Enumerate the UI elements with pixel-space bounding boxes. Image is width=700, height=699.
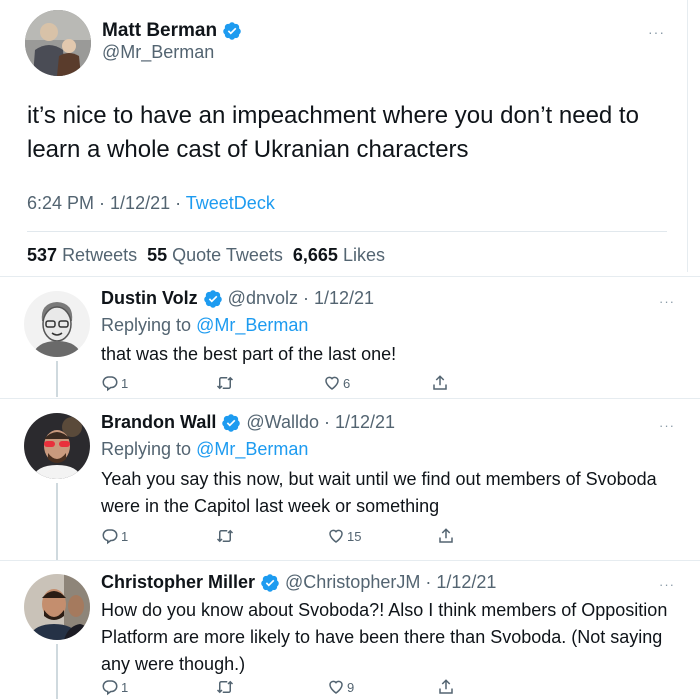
verified-badge-icon	[222, 413, 241, 432]
quote-tweets-stat[interactable]: 55 Quote Tweets	[147, 245, 283, 266]
reply-author-handle[interactable]: @ChristopherJM	[285, 572, 420, 593]
more-options-icon[interactable]: ···	[659, 577, 675, 592]
reply-actions: 1 9	[101, 678, 453, 699]
reply-header: Dustin Volz @dnvolz · 1/12/21	[101, 288, 374, 309]
reply-action[interactable]: 1	[101, 678, 128, 696]
reply-text: that was the best part of the last one!	[101, 344, 397, 364]
reply-date[interactable]: · 1/12/21	[324, 412, 395, 433]
replying-label: Replying to	[101, 439, 192, 459]
likes-stat[interactable]: 6,665 Likes	[293, 245, 385, 266]
main-author-handle[interactable]: @Mr_Berman	[102, 42, 214, 63]
retweet-icon	[216, 376, 234, 390]
reply-date[interactable]: · 1/12/21	[425, 572, 496, 593]
tweet-stats: 537 Retweets 55 Quote Tweets 6,665 Likes	[27, 245, 385, 266]
replying-handle[interactable]: @Mr_Berman	[196, 315, 308, 335]
thread-line	[56, 361, 58, 397]
like-action[interactable]: 15	[327, 527, 361, 545]
reply-author-avatar[interactable]	[24, 574, 90, 640]
verified-badge-icon	[223, 22, 241, 40]
divider	[27, 231, 667, 232]
main-author-name[interactable]: Matt Berman	[102, 20, 217, 42]
more-options-icon[interactable]: ···	[659, 294, 675, 309]
main-tweet-text: it’s nice to have an impeachment where y…	[27, 102, 639, 163]
replying-to: Replying to @Mr_Berman	[101, 315, 308, 336]
thread-line	[56, 644, 58, 699]
verified-badge-icon	[203, 289, 222, 308]
reply-header: Christopher Miller @ChristopherJM · 1/12…	[101, 572, 496, 593]
reply-action[interactable]: 1	[101, 527, 128, 545]
quotes-count: 55	[147, 245, 168, 265]
reply-tweet[interactable]: Dustin Volz @dnvolz · 1/12/21 ··· Replyi…	[0, 277, 700, 397]
tweet-meta: 6:24 PM · 1/12/21 · TweetDeck	[27, 193, 275, 214]
reply-tweet[interactable]: Christopher Miller @ChristopherJM · 1/12…	[0, 561, 700, 699]
retweet-icon	[216, 529, 234, 543]
share-action[interactable]	[437, 527, 455, 545]
reply-icon	[102, 376, 118, 392]
main-author-name-row[interactable]: Matt Berman	[102, 20, 242, 42]
like-count: 6	[343, 375, 351, 391]
retweet-action[interactable]	[215, 678, 237, 696]
reply-text: Yeah you say this now, but wait until we…	[101, 469, 657, 516]
more-options-icon[interactable]: ···	[659, 418, 675, 433]
meta-sep-2: ·	[170, 193, 186, 213]
reply-count: 1	[121, 528, 129, 544]
reply-author-handle[interactable]: @dnvolz	[228, 288, 298, 309]
reply-author-avatar[interactable]	[24, 291, 90, 357]
reply-icon	[102, 529, 118, 545]
reply-actions: 1 15	[101, 527, 453, 549]
like-count: 9	[347, 679, 355, 695]
replying-to: Replying to @Mr_Berman	[101, 439, 308, 460]
share-action[interactable]	[431, 374, 449, 392]
retweets-stat[interactable]: 537 Retweets	[27, 245, 137, 266]
tweet-date[interactable]: 1/12/21	[110, 193, 170, 213]
likes-count: 6,665	[292, 245, 338, 265]
verified-badge-icon	[261, 573, 279, 592]
like-icon	[329, 680, 343, 694]
share-icon	[439, 528, 453, 543]
reply-date[interactable]: · 1/12/21	[303, 288, 374, 309]
retweet-action[interactable]	[215, 374, 237, 392]
reply-author-name[interactable]: Christopher Miller	[101, 572, 255, 593]
share-icon	[433, 375, 447, 390]
retweet-icon	[216, 680, 234, 694]
reply-author-avatar[interactable]	[24, 413, 90, 479]
reply-author-handle[interactable]: @Walldo	[246, 412, 319, 433]
retweet-action[interactable]	[215, 527, 237, 545]
reply-actions: 1 6	[101, 374, 451, 396]
quotes-label: Quote Tweets	[172, 245, 283, 265]
reply-action[interactable]: 1	[101, 374, 128, 392]
retweets-label: Retweets	[62, 245, 138, 265]
share-action[interactable]	[437, 678, 455, 696]
replying-handle[interactable]: @Mr_Berman	[196, 439, 308, 459]
share-icon	[439, 679, 453, 694]
like-count: 15	[347, 528, 362, 544]
reply-icon	[102, 680, 118, 696]
like-action[interactable]: 6	[323, 374, 350, 392]
tweet-source[interactable]: TweetDeck	[186, 193, 275, 213]
reply-author-name[interactable]: Brandon Wall	[101, 412, 216, 433]
like-action[interactable]: 9	[327, 678, 354, 696]
reply-text: How do you know about Svoboda?! Also I t…	[101, 600, 668, 674]
replying-label: Replying to	[101, 315, 192, 335]
reply-count: 1	[121, 375, 129, 391]
reply-header: Brandon Wall @Walldo · 1/12/21	[101, 412, 395, 433]
like-icon	[329, 529, 343, 543]
reply-count: 1	[121, 679, 129, 695]
like-icon	[325, 376, 339, 390]
more-options-icon[interactable]: ···	[648, 24, 665, 40]
retweets-count: 537	[27, 245, 58, 265]
meta-sep-1: ·	[94, 193, 111, 213]
reply-author-name[interactable]: Dustin Volz	[101, 288, 198, 309]
likes-label: Likes	[342, 245, 385, 265]
thread-line	[56, 483, 58, 560]
reply-tweet[interactable]: Brandon Wall @Walldo · 1/12/21 ··· Reply…	[0, 399, 700, 560]
tweet-time[interactable]: 6:24 PM	[27, 193, 94, 213]
main-author-avatar[interactable]	[25, 10, 91, 76]
main-tweet: Matt Berman @Mr_Berman ··· it’s nice to …	[0, 0, 688, 272]
